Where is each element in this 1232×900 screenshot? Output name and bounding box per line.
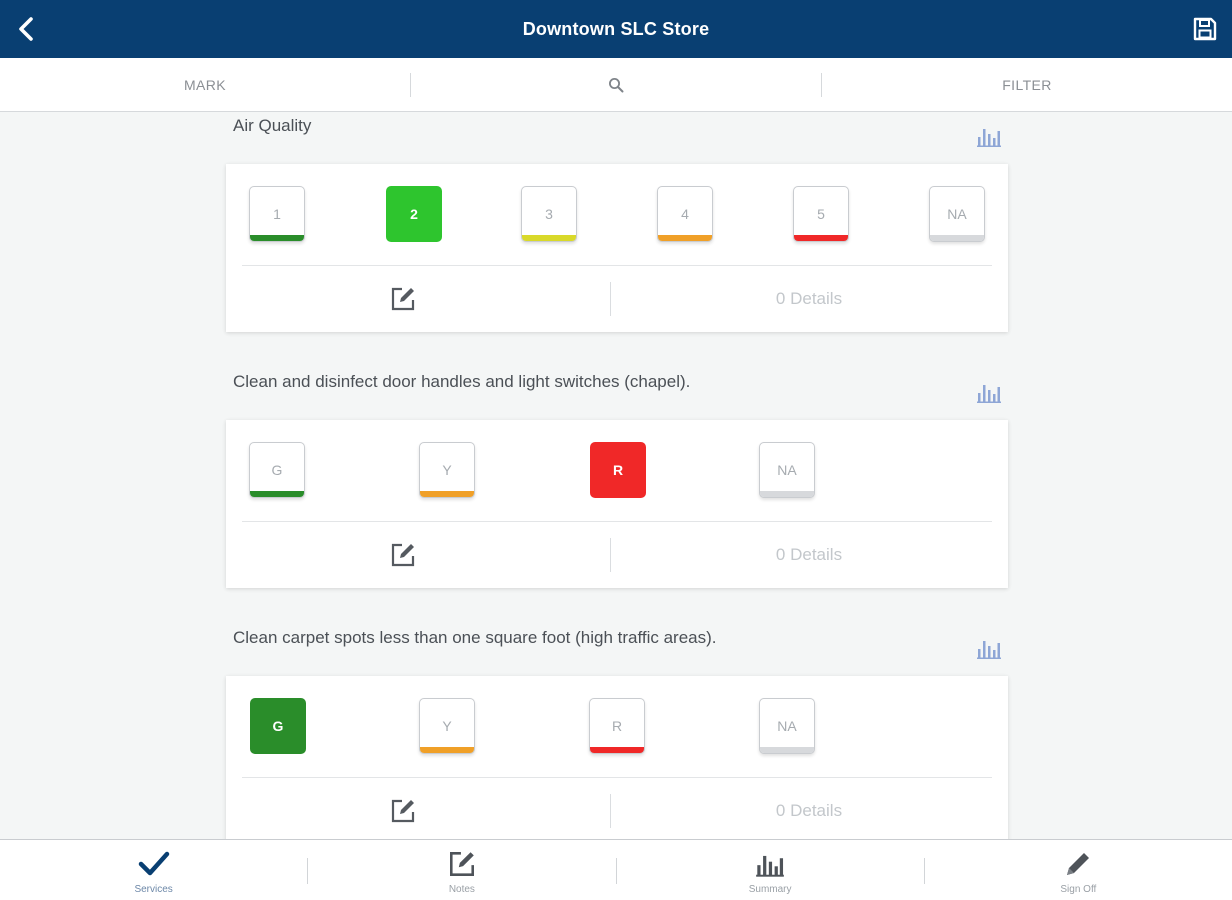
card-footer: 0 Details (226, 778, 1008, 839)
rating-button-3[interactable]: 3 (521, 186, 577, 242)
rating-button-y[interactable]: Y (419, 698, 475, 754)
edit-note-icon (445, 848, 479, 880)
card-footer: 0 Details (226, 522, 1008, 588)
action-toolbar: MARK FILTER (0, 58, 1232, 112)
details-link[interactable]: 0 Details (610, 522, 1008, 588)
rating-label: 3 (545, 206, 553, 222)
rating-label: 2 (410, 206, 418, 222)
rating-label: NA (777, 462, 797, 478)
chevron-left-icon (19, 17, 33, 41)
pencil-icon (1061, 848, 1095, 880)
rating-label: NA (777, 718, 797, 734)
checkmark-icon (137, 848, 171, 880)
nav-services[interactable]: Services (0, 840, 307, 900)
app-header: Downtown SLC Store (0, 0, 1232, 58)
rating-color-bar (658, 235, 712, 241)
rating-label: NA (947, 206, 967, 222)
floppy-disk-icon (1193, 17, 1217, 41)
rating-label: 5 (817, 206, 825, 222)
nav-label: Summary (748, 884, 792, 895)
add-note-button[interactable] (388, 796, 418, 826)
rating-label: Y (442, 718, 452, 734)
bar-chart-icon[interactable] (976, 637, 1002, 659)
rating-label: Y (442, 462, 452, 478)
rating-button-r[interactable]: R (589, 698, 645, 754)
rating-color-bar (420, 747, 474, 753)
questions-list: Air Quality 1 2 3 4 5 NA 0 Details Clean… (0, 113, 1232, 839)
nav-label: Notes (448, 884, 475, 895)
rating-color-bar (930, 235, 984, 241)
bar-chart-icon[interactable] (976, 381, 1002, 403)
rating-color-bar (760, 747, 814, 753)
back-button[interactable] (10, 12, 42, 46)
mark-button[interactable]: MARK (0, 58, 410, 111)
mark-label: MARK (183, 76, 227, 93)
nav-notes[interactable]: Notes (308, 840, 615, 900)
rating-label: R (611, 718, 623, 734)
rating-label: 1 (273, 206, 281, 222)
rating-button-4[interactable]: 4 (657, 186, 713, 242)
details-link[interactable]: 0 Details (610, 778, 1008, 839)
rating-color-bar (250, 491, 304, 497)
rating-button-na[interactable]: NA (759, 698, 815, 754)
nav-label: Sign Off (1060, 884, 1097, 895)
search-icon (609, 77, 624, 92)
rating-button-na[interactable]: NA (759, 442, 815, 498)
save-button[interactable] (1190, 14, 1220, 44)
rating-button-2-selected[interactable]: 2 (386, 186, 442, 242)
nav-summary[interactable]: Summary (617, 840, 924, 900)
question-title: Air Quality (233, 116, 312, 135)
rating-button-na[interactable]: NA (929, 186, 985, 242)
rating-buttons: G Y R NA (242, 676, 992, 778)
rating-buttons: 1 2 3 4 5 NA (242, 164, 992, 266)
question-title: Clean carpet spots less than one square … (233, 628, 717, 647)
rating-button-5[interactable]: 5 (793, 186, 849, 242)
filter-label: FILTER (1002, 76, 1052, 93)
rating-color-bar (522, 235, 576, 241)
rating-label: 4 (681, 206, 689, 222)
question-title: Clean and disinfect door handles and lig… (233, 372, 691, 391)
bar-chart-icon[interactable] (976, 125, 1002, 147)
rating-buttons: G Y R NA (242, 420, 992, 522)
rating-button-r-selected[interactable]: R (590, 442, 646, 498)
rating-card: G Y R NA 0 Details (226, 420, 1008, 588)
rating-label: R (612, 462, 624, 478)
rating-card: 1 2 3 4 5 NA 0 Details (226, 164, 1008, 332)
add-note-button[interactable] (388, 284, 418, 314)
rating-color-bar (590, 747, 644, 753)
rating-label: G (272, 718, 284, 734)
rating-button-g-selected[interactable]: G (250, 698, 306, 754)
rating-button-y[interactable]: Y (419, 442, 475, 498)
rating-button-g[interactable]: G (249, 442, 305, 498)
rating-color-bar (250, 235, 304, 241)
card-footer: 0 Details (226, 266, 1008, 332)
add-note-button[interactable] (388, 540, 418, 570)
bottom-navigation: Services Notes Summary Sign Off (0, 839, 1232, 900)
rating-label: G (271, 462, 283, 478)
rating-color-bar (420, 491, 474, 497)
rating-button-1[interactable]: 1 (249, 186, 305, 242)
page-title: Downtown SLC Store (522, 19, 710, 39)
rating-card: G Y R NA 0 Details (226, 676, 1008, 839)
nav-sign-off[interactable]: Sign Off (925, 840, 1232, 900)
edit-note-icon (391, 287, 415, 311)
bar-chart-icon (753, 848, 787, 880)
rating-color-bar (794, 235, 848, 241)
search-button[interactable] (411, 58, 821, 111)
details-link[interactable]: 0 Details (610, 266, 1008, 332)
rating-color-bar (760, 491, 814, 497)
edit-note-icon (391, 543, 415, 567)
edit-note-icon (391, 799, 415, 823)
filter-button[interactable]: FILTER (822, 58, 1232, 111)
nav-label: Services (134, 884, 173, 895)
